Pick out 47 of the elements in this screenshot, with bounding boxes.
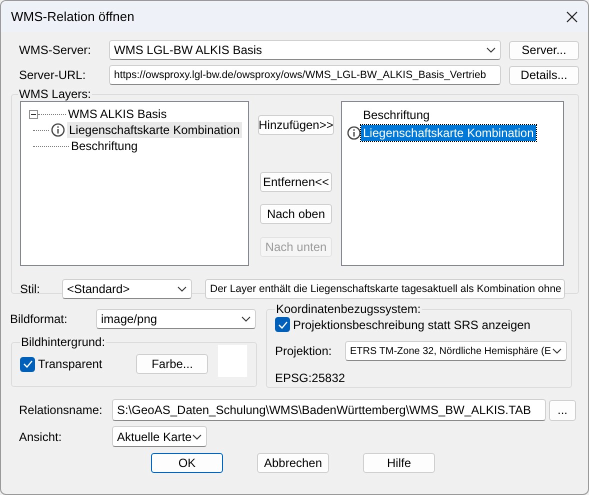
caret-icon	[486, 47, 496, 53]
field-label: Ansicht:	[19, 430, 63, 444]
dialog-button[interactable]: OK	[151, 453, 223, 473]
caret-icon	[552, 348, 562, 354]
close-icon[interactable]	[566, 10, 578, 22]
description-button[interactable]: Der Layer enthält die Liegenschaftskarte tagesaktuell als Kombination ohne	[205, 279, 565, 299]
color-button[interactable]: Farbe...	[136, 354, 208, 374]
tree-item[interactable]: WMS ALKIS Basis	[66, 106, 169, 122]
tree-item[interactable]: Beschriftung	[69, 138, 140, 154]
check-icon	[22, 360, 32, 368]
caret-icon	[192, 434, 202, 440]
check-icon	[278, 320, 288, 328]
relation-name-field[interactable]: S:\GeoAS_Daten_Schulung\WMS\BadenWürttemberg\WMS_BW_ALKIS.TAB	[112, 399, 546, 421]
projection-dropdown[interactable]: ETRS TM-Zone 32, Nördliche Hemisphäre (E	[345, 341, 567, 361]
dialog-button[interactable]: Abbrechen	[257, 453, 329, 473]
group-label: WMS Layers:	[18, 87, 92, 101]
style-dropdown[interactable]: <Standard>	[62, 279, 192, 299]
checkbox-label: Transparent	[38, 357, 102, 371]
browse-button[interactable]: ...	[549, 400, 576, 420]
field-label: Relationsname:	[19, 403, 104, 417]
dialog-button[interactable]: Hilfe	[363, 453, 435, 473]
group-label: Bildhintergrund:	[20, 335, 106, 349]
list-item[interactable]: Liegenschaftskarte Kombination	[361, 125, 536, 141]
epsg-code: EPSG:25832	[275, 371, 346, 385]
window-title: WMS-Relation öffnen	[11, 9, 134, 24]
field-label: Server-URL:	[19, 68, 87, 82]
field-label: Projektion:	[275, 344, 333, 358]
server-button[interactable]: Server...	[509, 40, 579, 60]
layer-button[interactable]: Nach oben	[260, 204, 332, 224]
layer-button[interactable]: Entfernen<<	[260, 172, 332, 192]
layer-button[interactable]: Hinzufügen>>	[258, 115, 334, 135]
server-dropdown[interactable]: WMS LGL-BW ALKIS Basis	[109, 40, 501, 60]
details-button[interactable]: Details...	[509, 66, 579, 84]
field-label: Bildformat:	[10, 312, 68, 326]
checkbox[interactable]	[20, 356, 35, 372]
view-dropdown[interactable]: Aktuelle Karte	[112, 426, 207, 447]
group-label: Koordinatenbezugssystem:	[275, 302, 422, 316]
checkbox-label: Projektionsbeschreibung statt SRS anzeigen	[293, 318, 530, 332]
format-dropdown[interactable]: image/png	[96, 309, 256, 329]
caret-icon	[241, 316, 251, 322]
checkbox[interactable]	[275, 317, 290, 332]
field-label: WMS-Server:	[19, 43, 92, 57]
field-label: Stil:	[20, 282, 42, 296]
url-field[interactable]: https://owsproxy.lgl-bw.de/owsproxy/ows/WMS_LGL-BW_ALKIS_Basis_Vertrieb	[109, 65, 501, 85]
caret-icon	[177, 286, 187, 292]
collapse-icon[interactable]	[29, 110, 38, 118]
list-item[interactable]: Beschriftung	[361, 107, 432, 123]
